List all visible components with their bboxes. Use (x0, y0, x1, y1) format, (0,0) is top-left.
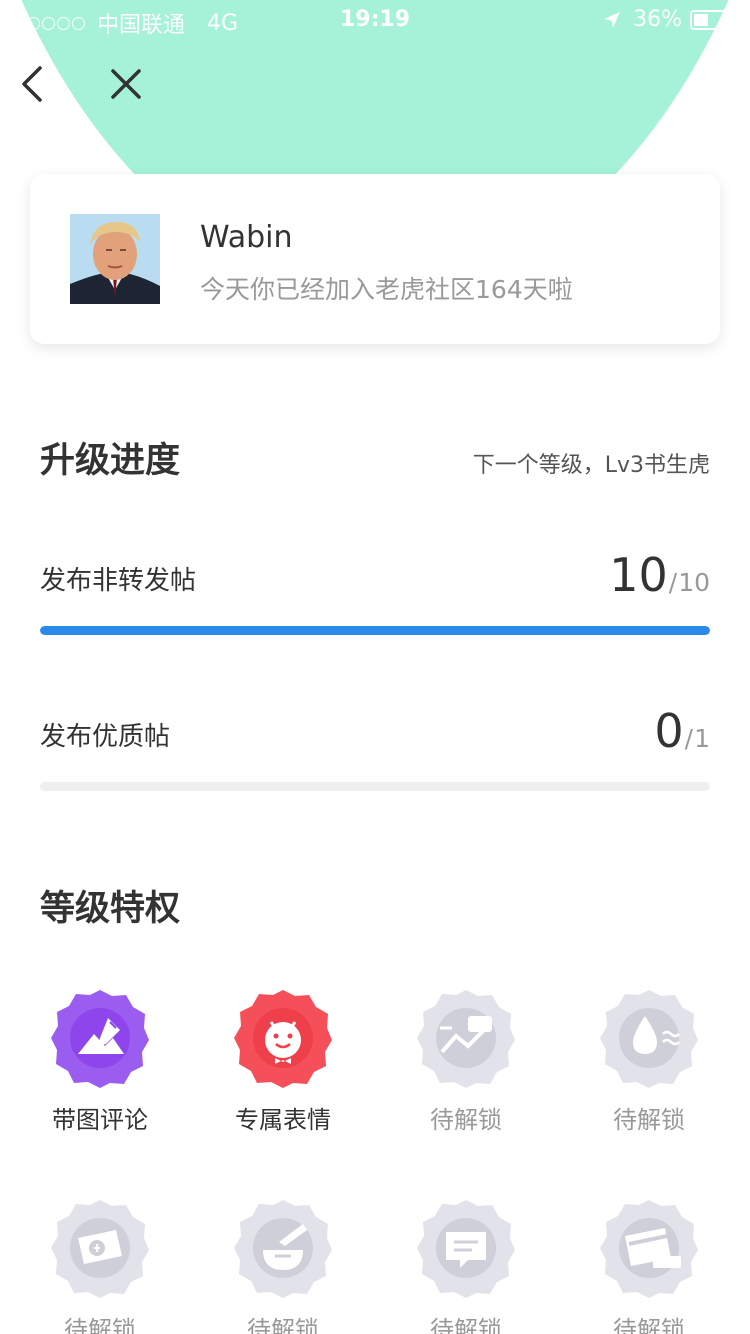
task-count-posts: 10 / 10 (609, 548, 710, 602)
image-comment-icon (51, 990, 149, 1088)
task-count-quality-posts: 0 / 1 (654, 704, 710, 758)
next-level-text: 下一个等级，Lv3书生虎 (472, 453, 710, 478)
privilege-label: 专属表情 (235, 1106, 331, 1134)
location-arrow-icon (604, 11, 621, 28)
free-card-icon (600, 1200, 698, 1298)
privilege-label: 待解锁 (613, 1106, 685, 1134)
level-privileges-title: 等级特权 (40, 889, 181, 929)
tiger-emoji-icon (234, 990, 332, 1088)
task-current: 0 (654, 704, 684, 758)
ticket-icon (51, 1200, 149, 1298)
task-label-posts: 发布非转发帖 (40, 566, 197, 596)
username: Wabin (200, 220, 293, 255)
close-button[interactable] (104, 62, 148, 106)
privilege-locked-3[interactable]: 待解锁 (396, 988, 536, 1135)
privilege-locked-7[interactable]: 待解锁 (396, 1198, 536, 1334)
avatar[interactable] (70, 214, 160, 304)
battery-tip (737, 16, 740, 23)
privilege-label: 待解锁 (430, 1106, 502, 1134)
privilege-locked-6[interactable]: 待解锁 (213, 1198, 353, 1334)
pen-icon (234, 1200, 332, 1298)
task-current: 10 (609, 548, 668, 602)
progress-bar-posts (40, 626, 710, 635)
privilege-label: 待解锁 (430, 1316, 502, 1334)
privilege-locked-5[interactable]: 待解锁 (30, 1198, 170, 1334)
chart-icon (417, 990, 515, 1088)
progress-bar-quality-posts (40, 782, 710, 791)
status-right: 36% (603, 7, 740, 32)
battery-icon (690, 9, 740, 30)
progress-fill (40, 626, 710, 635)
join-days-text: 今天你已经加入老虎社区164天啦 (200, 275, 573, 304)
task-label-quality-posts: 发布优质帖 (40, 722, 171, 752)
upgrade-progress-title: 升级进度 (40, 441, 181, 481)
avatar-portrait (70, 214, 160, 304)
task-total: 1 (694, 724, 710, 753)
battery-level (694, 13, 708, 26)
privilege-locked-8[interactable]: 待解锁 (579, 1198, 719, 1334)
privilege-label: 带图评论 (52, 1106, 148, 1134)
chevron-left-icon (22, 66, 42, 102)
task-separator: / (684, 724, 694, 753)
privilege-locked-4[interactable]: 待解锁 (579, 988, 719, 1135)
close-icon (111, 69, 141, 99)
message-icon (417, 1200, 515, 1298)
privilege-exclusive-emoji[interactable]: 专属表情 (213, 988, 353, 1135)
profile-card: Wabin 今天你已经加入老虎社区164天啦 (30, 174, 720, 344)
task-separator: / (668, 568, 678, 597)
privilege-label: 待解锁 (64, 1316, 136, 1334)
privilege-label: 待解锁 (247, 1316, 319, 1334)
privilege-image-comment[interactable]: 带图评论 (30, 988, 170, 1135)
task-total: 10 (678, 568, 710, 597)
back-button[interactable] (10, 62, 54, 106)
privilege-label: 待解锁 (613, 1316, 685, 1334)
status-bar: 中国联通 4G 19:19 36% (0, 0, 750, 40)
battery-percent: 36% (633, 7, 682, 32)
drop-icon (600, 990, 698, 1088)
